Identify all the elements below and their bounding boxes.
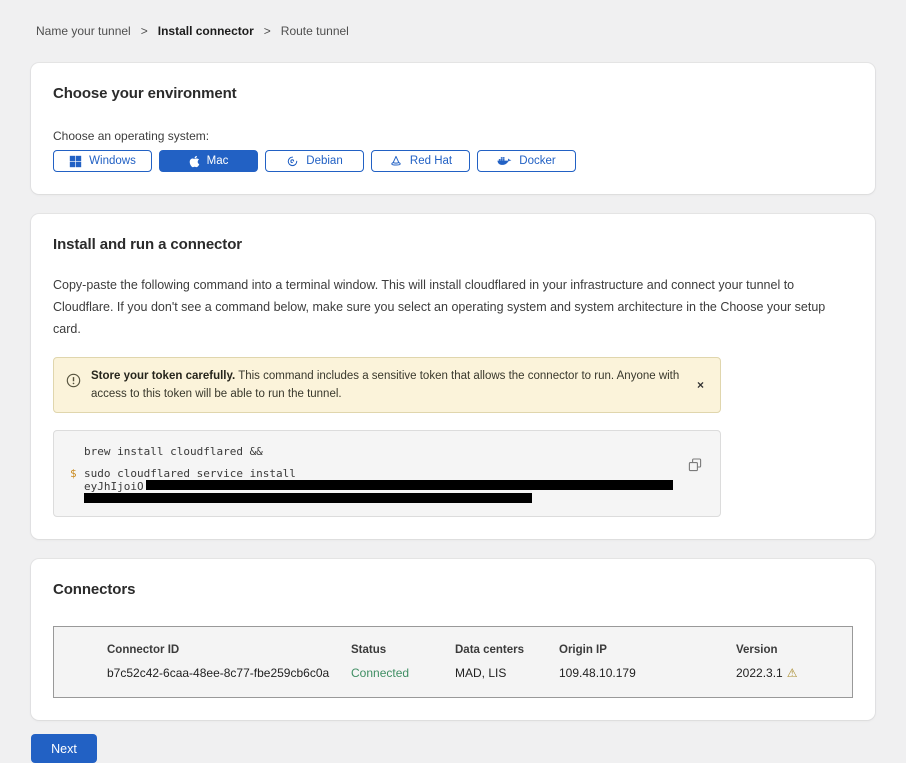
os-button-group: Windows Mac Debian	[53, 150, 853, 172]
install-connector-card: Install and run a connector Copy-paste t…	[31, 214, 875, 539]
breadcrumb: Name your tunnel > Install connector > R…	[31, 0, 875, 38]
os-button-label: Windows	[89, 155, 136, 167]
version-value: 2022.3.1⚠	[736, 666, 832, 680]
data-centers-value: MAD, LIS	[455, 666, 559, 680]
token-warning-bold: Store your token carefully.	[91, 370, 235, 382]
os-button-label: Debian	[306, 155, 342, 167]
column-header-origin-ip: Origin IP	[559, 644, 736, 656]
version-warning-icon: ⚠	[787, 666, 798, 680]
breadcrumb-separator: >	[141, 24, 148, 38]
code-line-brew: brew install cloudflared &&	[70, 445, 680, 458]
install-connector-title: Install and run a connector	[53, 236, 853, 253]
tunnel-setup-page: Name your tunnel > Install connector > R…	[0, 0, 906, 763]
os-button-mac[interactable]: Mac	[159, 150, 258, 172]
connector-id-value: b7c52c42-6caa-48ee-8c77-fbe259cb6c0a	[107, 666, 351, 680]
origin-ip-value: 109.48.10.179	[559, 666, 736, 680]
connectors-table: Connector ID Status Data centers Origin …	[53, 626, 853, 698]
debian-icon	[286, 155, 299, 168]
install-command-codeblock[interactable]: brew install cloudflared && $ sudo cloud…	[53, 430, 721, 517]
os-button-label: Docker	[519, 155, 555, 167]
docker-icon	[497, 155, 512, 167]
column-header-data-centers: Data centers	[455, 644, 559, 656]
os-button-docker[interactable]: Docker	[477, 150, 576, 172]
os-button-redhat[interactable]: Red Hat	[371, 150, 470, 172]
status-badge: Connected	[351, 666, 455, 680]
code-line-sudo-text: sudo cloudflared service install	[84, 467, 296, 480]
connectors-card-title: Connectors	[53, 581, 853, 598]
column-header-status: Status	[351, 644, 455, 656]
breadcrumb-separator: >	[264, 24, 271, 38]
os-select-label: Choose an operating system:	[53, 129, 853, 143]
column-header-connector-id: Connector ID	[107, 644, 351, 656]
token-warning-text: Store your token carefully. This command…	[91, 367, 683, 404]
code-line-sudo: $ sudo cloudflared service install	[70, 467, 680, 480]
os-button-debian[interactable]: Debian	[265, 150, 364, 172]
apple-icon	[189, 155, 200, 168]
close-icon[interactable]: ×	[693, 376, 708, 394]
redacted-token-bar	[84, 493, 532, 503]
environment-card: Choose your environment Choose an operat…	[31, 63, 875, 194]
os-button-windows[interactable]: Windows	[53, 150, 152, 172]
code-line-token: eyJhIjoiO	[70, 480, 680, 493]
info-icon	[66, 373, 81, 393]
os-button-label: Red Hat	[410, 155, 452, 167]
breadcrumb-step-name-tunnel[interactable]: Name your tunnel	[36, 24, 131, 38]
redhat-icon	[389, 155, 403, 168]
next-button[interactable]: Next	[31, 734, 97, 763]
column-header-version: Version	[736, 644, 832, 656]
breadcrumb-step-route-tunnel[interactable]: Route tunnel	[281, 24, 349, 38]
code-line-token-2	[70, 493, 680, 503]
token-prefix: eyJhIjoiO	[84, 480, 144, 493]
token-warning-banner: Store your token carefully. This command…	[53, 357, 721, 414]
connectors-card: Connectors Connector ID Status Data cent…	[31, 559, 875, 720]
copy-icon[interactable]	[688, 458, 702, 475]
windows-icon	[69, 155, 82, 168]
shell-prompt: $	[70, 467, 84, 480]
code-line-brew-text: brew install cloudflared &&	[84, 445, 263, 458]
environment-card-title: Choose your environment	[53, 85, 853, 102]
install-connector-description: Copy-paste the following command into a …	[53, 275, 851, 341]
breadcrumb-step-install-connector[interactable]: Install connector	[158, 24, 254, 38]
redacted-token-bar	[146, 480, 673, 490]
os-button-label: Mac	[207, 155, 229, 167]
